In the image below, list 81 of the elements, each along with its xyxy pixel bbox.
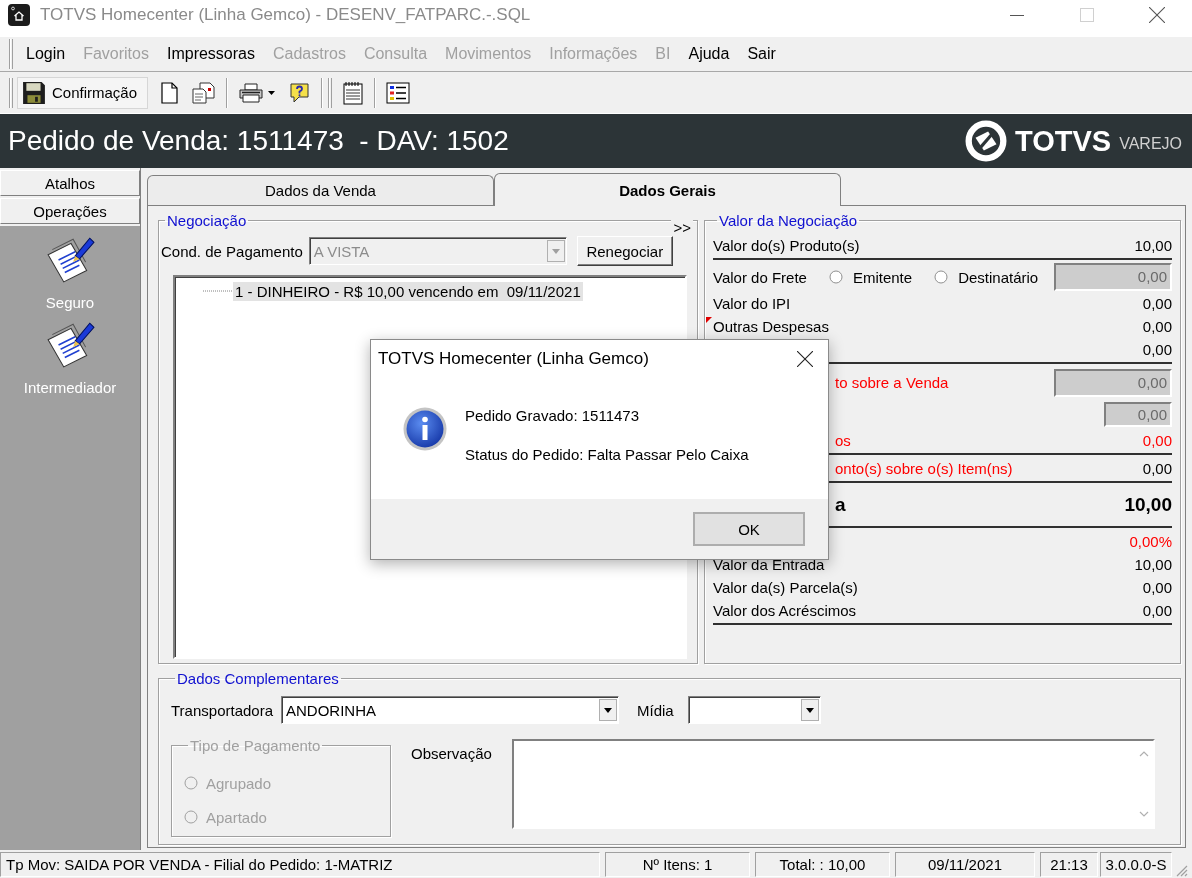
menu-item[interactable]: Sair <box>738 41 785 67</box>
notes-field[interactable] <box>511 739 1155 829</box>
field-label: Observação <box>411 745 492 762</box>
group-title: Tipo de Pagamento <box>189 737 322 754</box>
minimize-icon <box>1010 14 1024 16</box>
scroll-up-icon[interactable] <box>1138 751 1149 757</box>
window-title: TOTVS Homecenter (Linha Gemco) - DESENV_FATPARC.-.SQL <box>40 4 531 26</box>
row-label: Outras Despesas <box>713 318 829 335</box>
status-panel: 21:13 <box>1040 852 1098 877</box>
row-label: a <box>835 494 846 516</box>
new-document-icon <box>160 81 179 104</box>
row-label: Valor do(s) Produto(s) <box>713 237 860 254</box>
row-label: Valor do Frete <box>713 268 807 286</box>
document-pen-icon <box>45 234 95 284</box>
dialog-title: TOTVS Homecenter (Linha Gemco) <box>378 348 649 369</box>
status-panel: Total: : 10,00 <box>755 852 890 877</box>
info-icon <box>403 407 447 451</box>
brand-subtitle: VAREJO <box>1119 135 1182 153</box>
field-label: Mídia <box>637 701 674 719</box>
row-label: Valor dos Acréscimos <box>713 602 857 619</box>
help-icon <box>287 80 312 105</box>
value-text: 10,00 <box>1124 494 1172 516</box>
order-title: Pedido de Venda: 1511473 - DAV: 1502 <box>8 125 509 157</box>
tab[interactable]: Dados Gerais <box>494 173 841 206</box>
group-title: Valor da Negociação <box>718 212 859 229</box>
value-text: 0,00 <box>1142 602 1172 619</box>
menu-item[interactable]: Impressoras <box>157 41 264 67</box>
value-text: 0,00 <box>1142 579 1172 596</box>
group-title: Negociação <box>166 212 248 229</box>
document-pen-icon <box>45 319 95 369</box>
value-text: 0,00 <box>1142 295 1172 312</box>
status-panel: 09/11/2021 <box>895 852 1035 877</box>
confirm-button[interactable]: Confirmação <box>17 76 149 109</box>
grip-handle-icon[interactable] <box>327 77 334 108</box>
app-icon <box>8 4 30 26</box>
media-combo[interactable] <box>687 696 821 724</box>
row-label: Valor do IPI <box>713 295 791 312</box>
tree-connector-icon <box>203 290 233 292</box>
logo-icon <box>965 120 1007 162</box>
menu-item[interactable]: Ajuda <box>679 41 739 67</box>
group-title: Dados Complementares <box>176 670 340 687</box>
menu-item[interactable]: Login <box>17 41 75 67</box>
row-label: Valor da(s) Parcela(s) <box>713 579 858 596</box>
row-label: to sobre a Venda <box>835 374 949 391</box>
sidebar-section-button[interactable]: Atalhos <box>0 170 140 196</box>
value-text: 0,00 <box>1142 341 1172 358</box>
field-label: Transportadora <box>171 701 273 719</box>
brand-name: TOTVS <box>1015 124 1112 158</box>
installment-item[interactable]: 1 - DINHEIRO - R$ 10,00 vencendo em 09/11/2021 <box>233 281 583 301</box>
status-panel: Tp Mov: SAIDA POR VENDA - Filial do Pedido: 1-MATRIZ <box>0 852 600 877</box>
value-text: 10,00 <box>1134 556 1172 573</box>
documents-icon <box>190 80 217 105</box>
value-text: 0,00 <box>1142 460 1172 477</box>
value-text: 0,00 <box>1142 318 1172 335</box>
sidebar-section-button[interactable]: Operações <box>0 198 140 224</box>
value-text: 10,00 <box>1134 237 1172 254</box>
resize-grip-icon[interactable] <box>1174 863 1188 877</box>
caret-icon <box>268 90 276 95</box>
maximize-icon <box>1080 8 1094 22</box>
row-label: Valor da Entrada <box>713 556 825 573</box>
message-text: Status do Pedido: Falta Passar Pelo Caixa <box>465 446 749 463</box>
row-label: os <box>835 432 851 449</box>
value-text: 0,00% <box>1129 533 1172 550</box>
notepad-icon <box>342 80 365 105</box>
status-panel: 3.0.0.0-S <box>1100 852 1172 877</box>
value-text: 0,00 <box>1142 432 1172 449</box>
ok-button[interactable]: OK <box>693 512 805 546</box>
grip-handle-icon[interactable] <box>8 39 14 69</box>
field-label: Cond. de Pagamento <box>161 242 303 260</box>
message-text: Pedido Gravado: 1511473 <box>465 407 641 424</box>
carrier-combo[interactable]: ANDORINHA <box>281 696 619 724</box>
printer-icon <box>238 81 265 104</box>
status-panel: Nº Itens: 1 <box>605 852 750 877</box>
close-icon <box>797 350 813 367</box>
row-label: onto(s) sobre o(s) Item(ns) <box>835 460 1013 477</box>
close-icon <box>1149 7 1165 23</box>
list-icon <box>386 81 411 104</box>
grip-handle-icon[interactable] <box>8 77 14 108</box>
renegotiate-button[interactable]: Renegociar <box>576 236 673 266</box>
tab[interactable]: Dados da Venda <box>147 175 494 205</box>
scroll-down-icon[interactable] <box>1138 811 1149 817</box>
